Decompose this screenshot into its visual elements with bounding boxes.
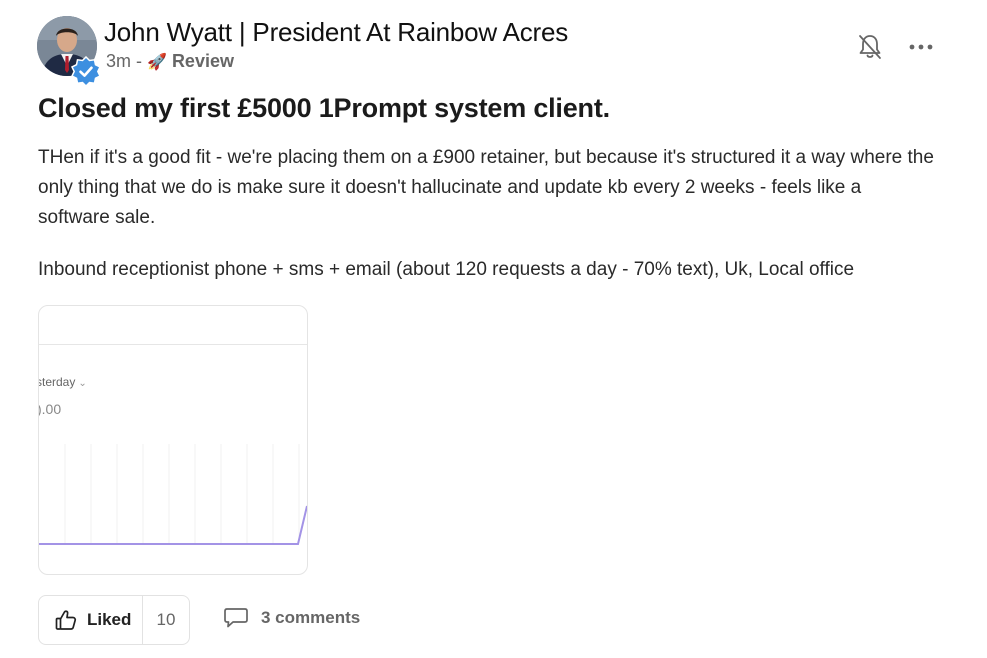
meta-separator: - — [136, 51, 143, 71]
comments-label: 3 comments — [261, 608, 361, 627]
more-options-icon[interactable] — [906, 33, 936, 61]
post-title: Closed my first £5000 1Prompt system cli… — [38, 93, 610, 123]
post-body-paragraph-1: THen if it's a good fit - we're placing … — [38, 147, 934, 228]
post-body-paragraph-2: Inbound receptionist phone + sms + email… — [38, 259, 855, 280]
like-count[interactable]: 10 — [143, 596, 189, 644]
like-button[interactable]: Liked — [39, 596, 143, 644]
comment-icon — [224, 608, 248, 628]
comments-button[interactable]: 3 comments — [223, 606, 360, 630]
like-label: Liked — [87, 610, 132, 629]
verified-badge-icon — [70, 55, 102, 88]
attachment-chart-graphic — [39, 444, 307, 545]
author-name[interactable]: John Wyatt | President At Rainbow Acres — [104, 17, 568, 48]
bell-off-icon[interactable] — [857, 33, 883, 61]
post-time: 3m — [106, 51, 132, 71]
image-attachment[interactable]: sterday ⌄ ).00 — [38, 305, 308, 575]
post-meta: 3m - 🚀 Review — [106, 51, 234, 72]
rocket-icon: 🚀 — [147, 53, 167, 71]
post-category[interactable]: Review — [172, 51, 234, 72]
thumbs-up-icon — [55, 610, 77, 630]
like-control: Liked 10 — [38, 595, 190, 645]
